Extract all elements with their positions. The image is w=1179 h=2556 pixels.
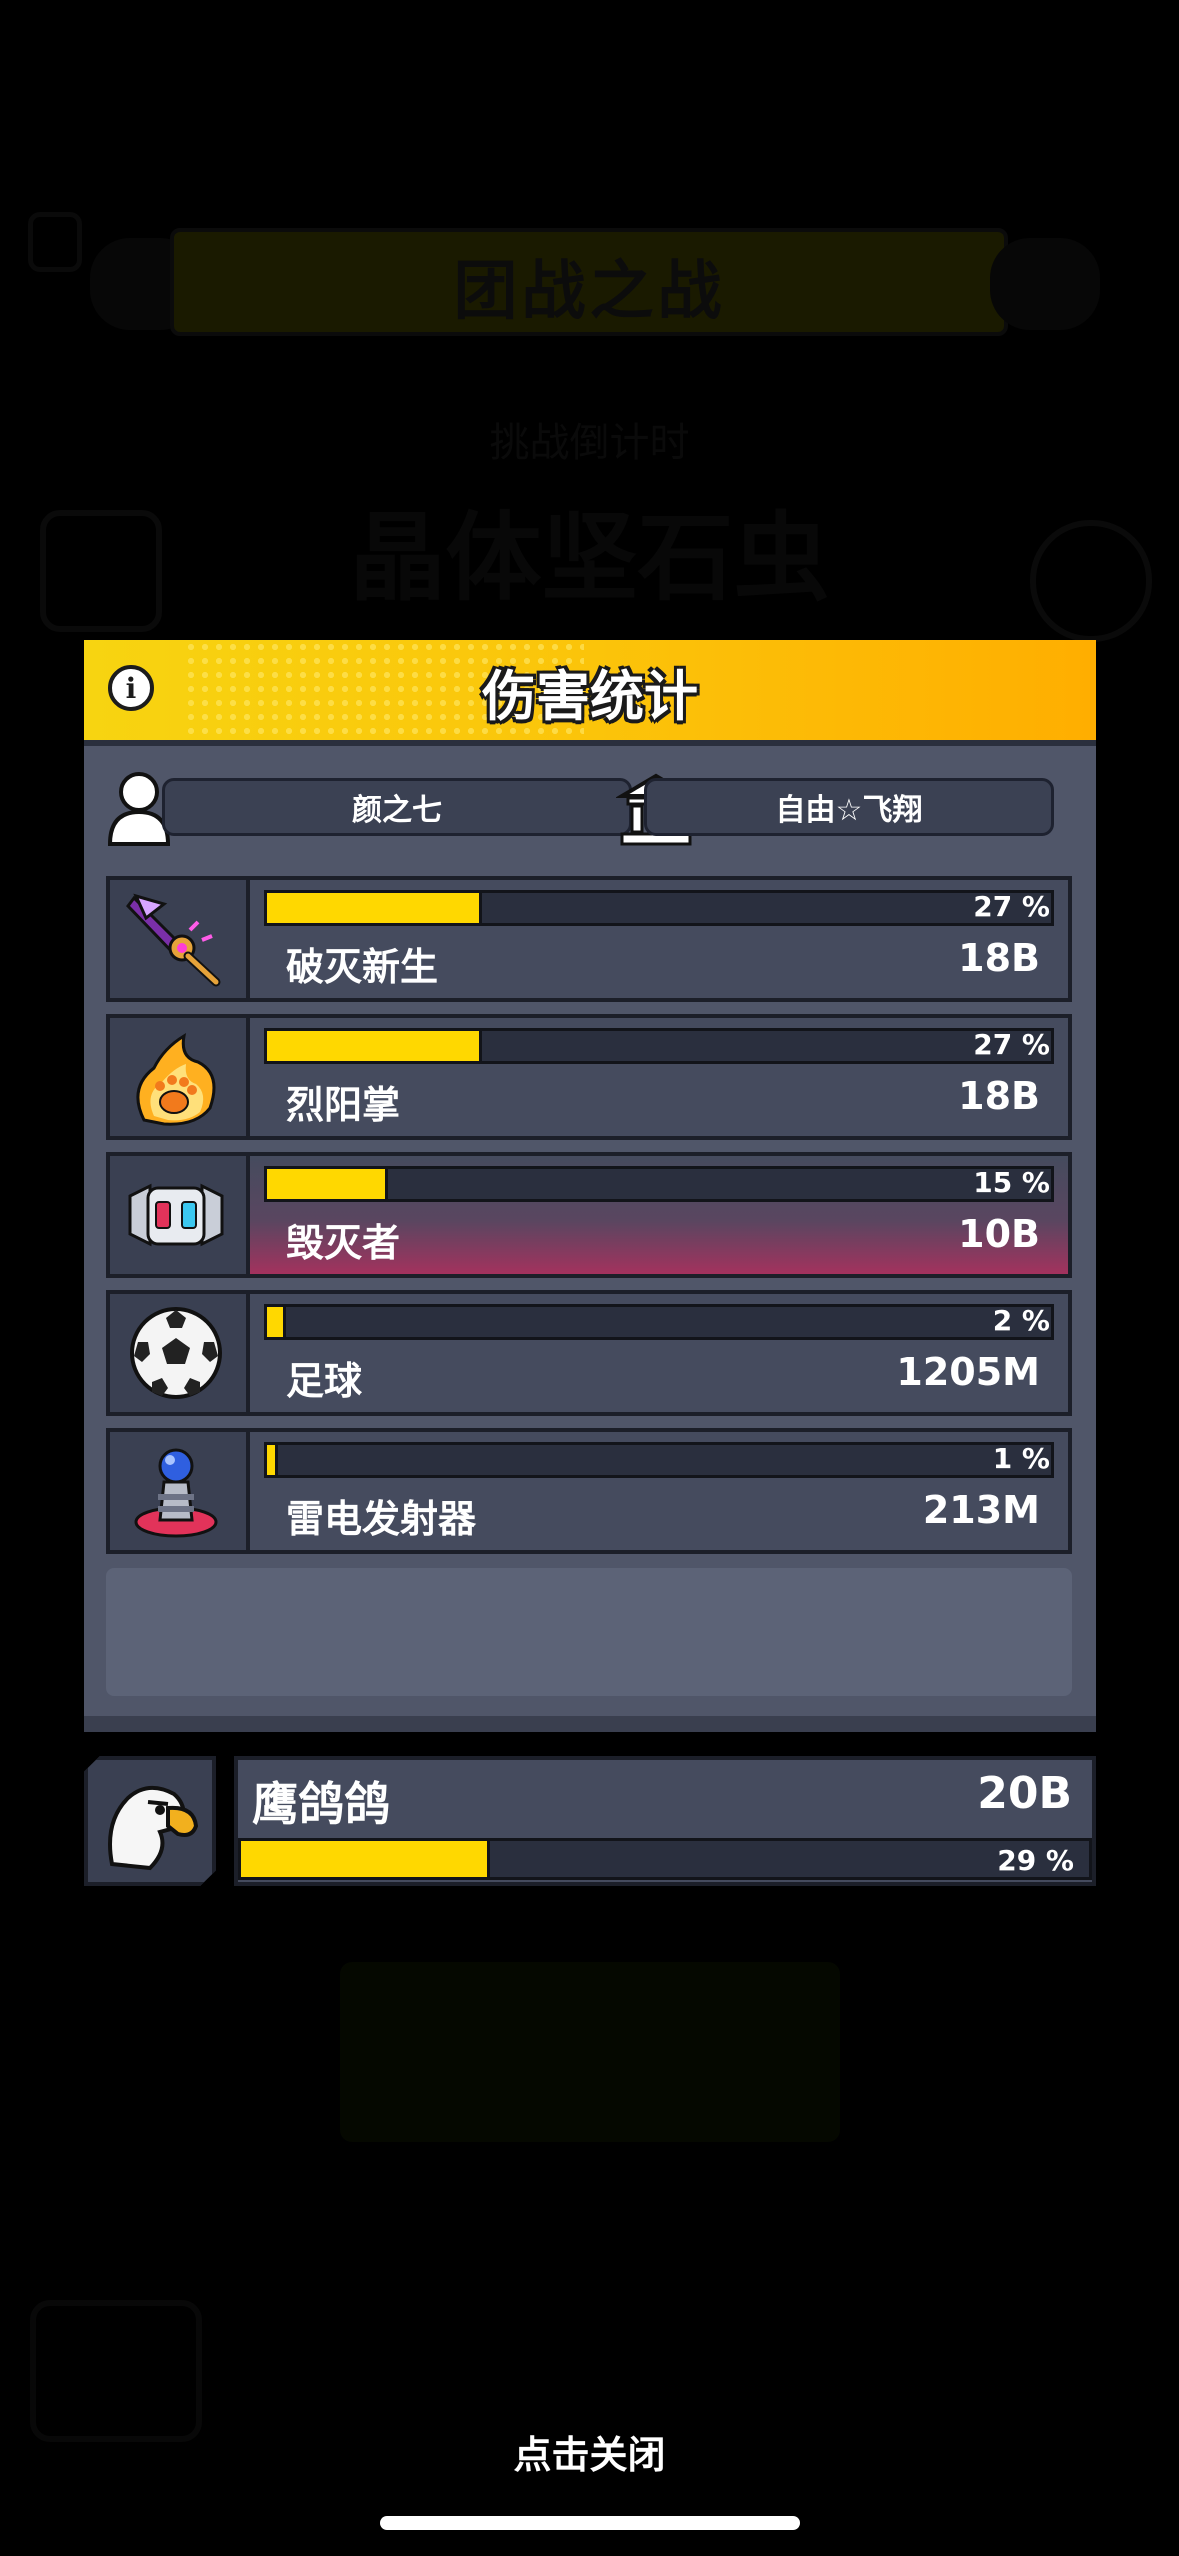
skill-row: 27 % 破灭新生 18B: [106, 876, 1072, 1002]
bg-left-icon: [40, 510, 162, 632]
bg-right-icon: [1030, 520, 1152, 642]
damage-bar: [264, 1304, 1054, 1340]
bar-fill: [267, 1307, 286, 1337]
pet-summary: 鹰鸽鸽 20B 29 %: [84, 1756, 1096, 1886]
bar-fill: [267, 1169, 388, 1199]
skill-row: 27 % 烈阳掌 18B: [106, 1014, 1072, 1140]
damage-bar: [264, 890, 1054, 926]
skill-damage: 213M: [922, 1488, 1040, 1532]
damage-percent: 15 %: [973, 1166, 1050, 1199]
bg-title: 团战之战: [453, 255, 726, 329]
bar-fill: [267, 1031, 482, 1061]
home-indicator: [380, 2516, 800, 2530]
purple-axe-icon: [126, 893, 221, 987]
skill-name: 雷电发射器: [286, 1497, 477, 1541]
damage-bar: [264, 1028, 1054, 1064]
damage-bar: [264, 1166, 1054, 1202]
bg-bottom-icon: [30, 2300, 202, 2442]
damage-percent: 2 %: [992, 1304, 1050, 1337]
damage-bar: [264, 1442, 1054, 1478]
skill-damage: 10B: [958, 1212, 1040, 1256]
modal-footer-strip: [84, 1716, 1096, 1732]
tesla-emitter-icon: [134, 1448, 218, 1538]
skill-row: 1 % 雷电发射器 213M: [106, 1428, 1072, 1554]
flaming-paw-icon: [136, 1033, 216, 1126]
robot-drone-icon: [128, 1183, 224, 1247]
player-name: 颜之七: [162, 778, 632, 836]
bg-headline: 晶体坚石虫: [349, 502, 830, 614]
bar-fill: [267, 1445, 278, 1475]
bar-fill: [241, 1841, 490, 1877]
damage-percent: 27 %: [973, 1028, 1050, 1061]
modal-title: 伤害统计: [482, 665, 698, 728]
damage-stats-modal: i 伤害统计 颜之七 自由☆飞翔 27 % 破灭新生 18B 27 % 烈阳掌 …: [84, 640, 1096, 1732]
skill-damage: 18B: [958, 1074, 1040, 1118]
soccer-ball-icon: [130, 1307, 222, 1399]
bg-bottom-button: [340, 1962, 840, 2142]
pet-damage: 20B: [977, 1768, 1072, 1819]
damage-percent: 1 %: [992, 1442, 1050, 1475]
eagle-icon: [108, 1786, 199, 1871]
skill-name: 毁灭者: [286, 1221, 401, 1265]
bar-fill: [267, 893, 482, 923]
pet-damage-percent: 29 %: [997, 1844, 1074, 1877]
damage-percent: 27 %: [973, 890, 1050, 923]
skill-row: 2 % 足球 1205M: [106, 1290, 1072, 1416]
skill-name: 足球: [286, 1359, 363, 1403]
skill-damage: 1205M: [896, 1350, 1040, 1394]
empty-skill-slot: [106, 1568, 1072, 1696]
guild-name: 自由☆飞翔: [644, 778, 1054, 836]
tap-to-close-hint[interactable]: 点击关闭: [0, 2424, 1179, 2479]
pet-damage-bar: [238, 1838, 1092, 1880]
skill-name: 破灭新生: [286, 945, 439, 989]
bg-subtitle: 挑战倒计时: [489, 420, 690, 466]
modal-header: i 伤害统计: [84, 640, 1096, 746]
skill-damage: 18B: [958, 936, 1040, 980]
pet-name: 鹰鸽鸽: [252, 1777, 390, 1831]
skill-name: 烈阳掌: [286, 1083, 401, 1127]
skill-row: 15 % 毁灭者 10B: [106, 1152, 1072, 1278]
